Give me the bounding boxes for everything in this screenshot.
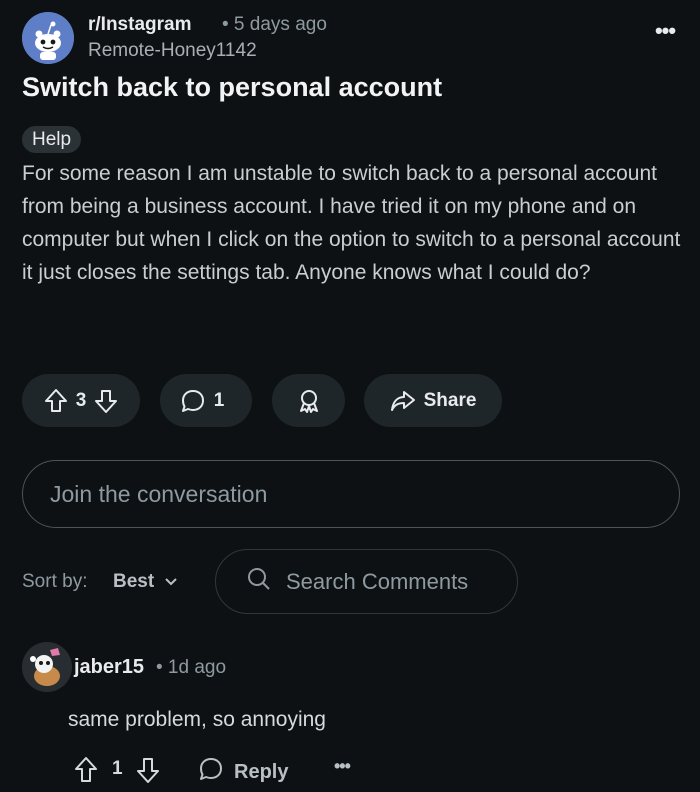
search-icon (246, 566, 286, 598)
join-conversation-input[interactable] (22, 460, 680, 528)
comment-vote-count: 1 (112, 758, 123, 779)
award-icon (296, 388, 322, 414)
user-avatar-icon[interactable] (22, 642, 72, 692)
snoo-avatar-icon[interactable] (22, 12, 74, 64)
post-title: Switch back to personal account (22, 72, 443, 102)
comment: jaber15 • 1d ago same problem, so annoyi… (22, 638, 682, 792)
subreddit-name[interactable]: r/Instagram (88, 14, 191, 36)
reply-icon (198, 756, 234, 788)
sort-label: Sort by: (22, 571, 88, 592)
share-label: Share (423, 389, 477, 411)
search-placeholder: Search Comments (286, 568, 469, 594)
upvote-icon[interactable] (44, 388, 68, 414)
more-horizontal-icon: ••• (654, 18, 676, 43)
award-button[interactable] (272, 374, 345, 427)
comment-icon (180, 388, 206, 414)
downvote-icon[interactable] (94, 388, 118, 414)
post-body: For some reason I am unstable to switch … (22, 162, 681, 284)
share-button[interactable]: Share (364, 374, 502, 427)
search-comments-field[interactable]: Search Comments (215, 549, 518, 614)
comment-action-bar: 1 Reply ••• (74, 756, 474, 786)
comment-username[interactable]: jaber15 (74, 656, 144, 679)
comment-age: • 1d ago (156, 657, 227, 678)
sort-value: Best (113, 571, 155, 592)
chevron-down-icon (154, 571, 178, 593)
reply-label: Reply (234, 760, 289, 783)
vote-count: 3 (75, 389, 87, 411)
post-author[interactable]: Remote-Honey1142 (88, 40, 257, 62)
comment-count: 1 (213, 389, 225, 411)
upvote-icon[interactable] (74, 756, 98, 789)
sort-dropdown[interactable]: Best (113, 571, 178, 593)
comment-more-button[interactable]: ••• (334, 756, 351, 777)
comments-button[interactable]: 1 (160, 374, 252, 427)
more-options-button[interactable]: ••• (650, 20, 680, 44)
comment-text: same problem, so annoying (68, 708, 326, 731)
downvote-icon[interactable] (136, 756, 160, 789)
post-header: r/Instagram • 5 days ago Remote-Honey114… (22, 10, 680, 66)
post-age: • 5 days ago (222, 14, 327, 35)
reply-button[interactable]: Reply (198, 756, 288, 788)
post-action-bar: 3 1 Share (22, 374, 682, 427)
post-flair[interactable]: Help (22, 126, 82, 153)
share-icon (390, 389, 416, 413)
vote-control: 3 (22, 374, 140, 427)
